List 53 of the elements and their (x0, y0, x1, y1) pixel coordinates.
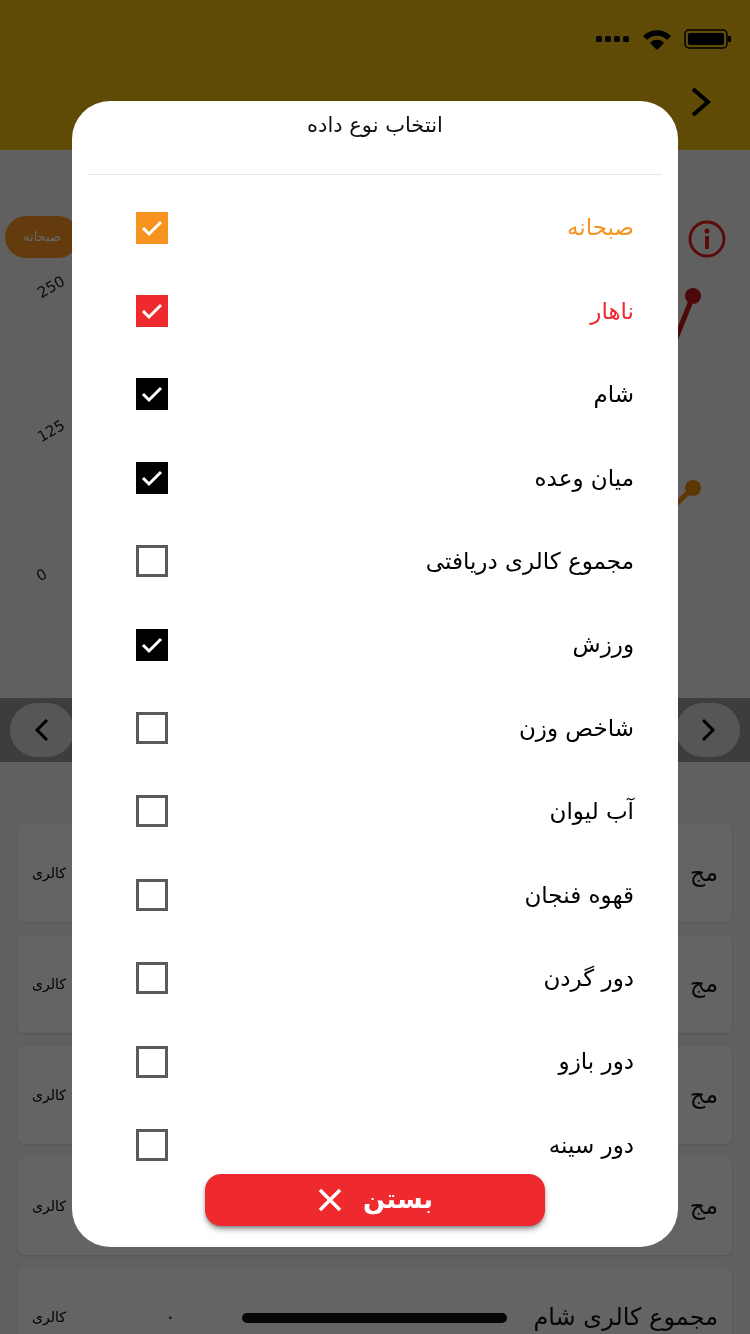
card-title: مج (689, 1191, 718, 1222)
option-label[interactable]: مجموع کالری دریافتی (425, 544, 634, 579)
option-label[interactable]: دور گردن (543, 960, 634, 996)
dialog-title: انتخاب نوع داده (307, 111, 443, 139)
option-label[interactable]: دور سینه (548, 1127, 634, 1163)
checkbox[interactable] (136, 795, 168, 828)
axis-tick-label: 125 (33, 414, 70, 448)
card-title: مج (689, 1080, 718, 1111)
unit-label: کالری (32, 863, 66, 883)
next-button[interactable] (676, 703, 740, 757)
checkbox[interactable] (136, 962, 168, 995)
option-label[interactable]: شام (593, 377, 634, 412)
axis-tick-label: 250 (33, 271, 70, 304)
option-label[interactable]: آب لیوان (549, 794, 634, 829)
unit-label: کالری (32, 1085, 66, 1105)
unit-label: کالری (32, 1196, 66, 1216)
card-title: مجموع کالری شام (533, 1302, 718, 1333)
card-title: مج (689, 969, 718, 1000)
checkbox[interactable] (136, 712, 168, 745)
check-icon (141, 635, 163, 654)
option-label[interactable]: دور بازو (558, 1044, 634, 1079)
option-label[interactable]: ناهار (590, 293, 634, 329)
check-icon (141, 218, 163, 237)
checkbox[interactable] (136, 545, 168, 578)
check-icon (141, 385, 163, 404)
option-label[interactable]: میان وعده (534, 460, 634, 496)
option-label[interactable]: قهوه فنجان (524, 877, 634, 913)
checkbox[interactable] (136, 295, 168, 328)
checkbox[interactable] (136, 1129, 168, 1161)
check-icon (141, 302, 163, 321)
check-icon (141, 468, 163, 487)
option-label[interactable]: ورزش (572, 627, 634, 662)
option-label[interactable]: شاخص وزن (518, 710, 634, 746)
chevron-left-icon (34, 718, 50, 742)
checkbox[interactable] (136, 461, 168, 494)
unit-label: کالری (32, 1307, 66, 1327)
previous-button[interactable] (10, 703, 74, 757)
close-icon (316, 1186, 343, 1213)
checkbox[interactable] (136, 628, 168, 661)
checkbox[interactable] (136, 378, 168, 411)
checkbox[interactable] (136, 1045, 168, 1078)
value-text: ٠ (165, 1307, 175, 1327)
card-title: مج (689, 858, 718, 889)
axis-tick-label: 0 (32, 563, 52, 587)
close-button[interactable]: بستن (205, 1173, 545, 1226)
battery-icon (684, 29, 732, 49)
wifi-icon (642, 28, 672, 50)
chevron-right-icon (700, 718, 716, 742)
checkbox[interactable] (136, 878, 168, 911)
checkbox[interactable] (136, 211, 168, 244)
signal-icon (596, 35, 630, 43)
unit-label: کالری (32, 974, 66, 994)
summary-card[interactable]: کالری ٠ مجموع کالری شام (18, 1268, 732, 1334)
